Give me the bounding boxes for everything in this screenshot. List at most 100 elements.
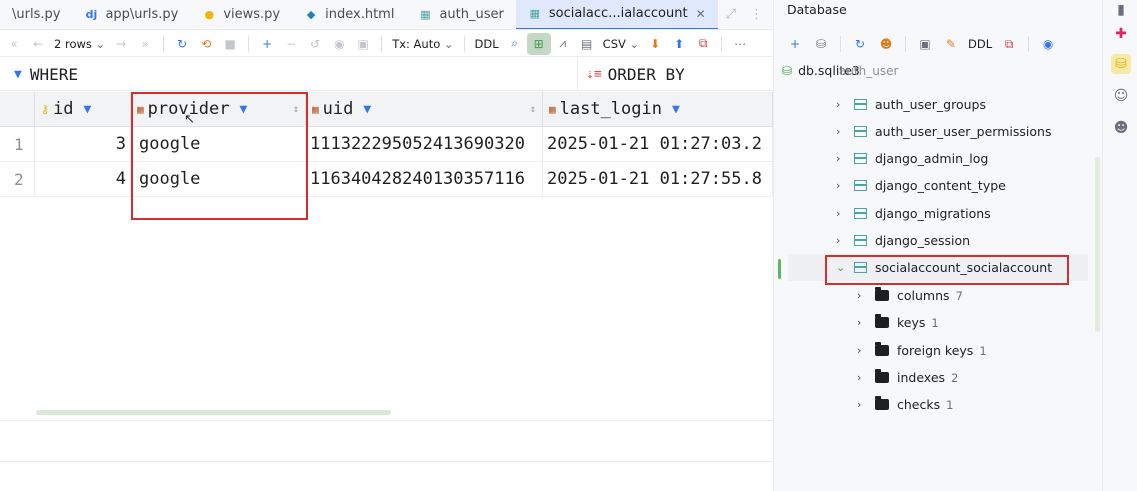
tree-node-table[interactable]: › django_migrations	[836, 200, 991, 227]
plugin-icon[interactable]: ✚	[1111, 24, 1131, 44]
editor-tabs: \urls.py dj app\urls.py ● views.py ◆ ind…	[0, 0, 773, 30]
ai-assistant-icon[interactable]: ☺	[1111, 86, 1131, 106]
filter-icon[interactable]: ▼	[363, 102, 371, 117]
cell-last-login[interactable]: 2025-01-21 01:27:55.8	[543, 162, 773, 197]
next-page-icon[interactable]: →	[109, 33, 133, 55]
tree-node-count: 2	[951, 370, 959, 385]
first-page-icon[interactable]: «	[2, 33, 26, 55]
chevron-right-icon[interactable]: ›	[836, 125, 850, 138]
export-format-dropdown[interactable]: CSV ⌄	[599, 33, 644, 55]
horizontal-scrollbar[interactable]	[36, 410, 391, 415]
more-vertical-icon[interactable]: ⋮	[750, 7, 763, 22]
tx-mode-dropdown[interactable]: Tx: Auto ⌄	[388, 33, 457, 55]
chevron-right-icon[interactable]: ›	[857, 371, 871, 384]
table-icon: ▦	[420, 8, 431, 21]
revert-icon[interactable]: ↺	[303, 33, 327, 55]
filter-toggle-icon[interactable]: ⊞	[526, 32, 551, 55]
column-header-uid[interactable]: ▦ uid ▼ ⇕	[306, 92, 543, 127]
tree-node-folder[interactable]: › checks 1	[857, 391, 953, 417]
edit-icon[interactable]: ✎	[938, 33, 964, 55]
more-horizontal-icon[interactable]: ⋯	[728, 33, 752, 55]
column-header-id[interactable]: ⚷ id ▼	[35, 92, 131, 127]
expand-icon[interactable]: ⤢	[726, 7, 736, 22]
tab-index-html[interactable]: ◆ index.html	[292, 0, 406, 29]
prev-page-icon[interactable]: ←	[26, 33, 50, 55]
chevron-right-icon[interactable]: ›	[857, 289, 871, 302]
datasource-properties-icon[interactable]: ⛁	[808, 33, 834, 55]
tab-auth-user[interactable]: ▦ auth_user	[406, 0, 515, 29]
tab-app-urls[interactable]: dj app\urls.py	[72, 0, 190, 29]
add-icon[interactable]: +	[782, 33, 808, 55]
vertical-scrollbar[interactable]	[1095, 157, 1100, 332]
column-header-label: last_login	[559, 99, 662, 119]
row-number[interactable]: 1	[0, 127, 35, 162]
chevron-right-icon[interactable]: ›	[836, 98, 850, 111]
tree-node-label: columns	[897, 288, 950, 303]
schema-icon[interactable]: ☻	[873, 33, 899, 55]
eye-icon[interactable]: ◉	[1035, 33, 1061, 55]
where-label: WHERE	[29, 64, 78, 84]
last-page-icon[interactable]: »	[133, 33, 157, 55]
submit-icon[interactable]: ▣	[351, 33, 375, 55]
column-header-last-login[interactable]: ▦ last_login ▼	[543, 92, 773, 127]
page-size-dropdown[interactable]: 2 rows ⌄	[50, 33, 109, 55]
cell-id[interactable]: 4	[35, 162, 131, 197]
chevron-right-icon[interactable]: ›	[836, 207, 850, 220]
tab-urls[interactable]: \urls.py	[0, 0, 72, 29]
folder-icon	[875, 287, 889, 301]
stop-icon[interactable]: ■	[218, 33, 242, 55]
chart-icon[interactable]: ⩘	[551, 33, 575, 55]
ddl-button[interactable]: DDL	[964, 33, 996, 55]
search-icon[interactable]: ⌕	[503, 33, 527, 55]
tree-node-folder[interactable]: › foreign keys 1	[857, 337, 987, 364]
console-icon[interactable]: ▣	[912, 33, 938, 55]
tab-label: \urls.py	[12, 7, 61, 22]
refresh-icon[interactable]: ↻	[847, 33, 873, 55]
add-row-icon[interactable]: +	[255, 33, 279, 55]
tree-node-table[interactable]: › auth_user_user_permissions	[836, 118, 1051, 145]
tree-node-table[interactable]: › django_admin_log	[836, 145, 988, 172]
row-number[interactable]: 2	[0, 162, 35, 197]
tree-node-table[interactable]: › django_session	[836, 227, 970, 254]
chevron-right-icon[interactable]: ›	[836, 152, 850, 165]
download-icon[interactable]: ⬇	[643, 33, 667, 55]
tree-node-label: indexes	[897, 370, 946, 385]
cell-last-login[interactable]: 2025-01-21 01:27:03.2	[543, 127, 773, 162]
tab-views[interactable]: ● views.py	[190, 0, 292, 29]
tree-node-label: django_admin_log	[875, 151, 989, 166]
history-icon[interactable]: ⟲	[194, 33, 218, 55]
tree-node-folder[interactable]: › indexes 2	[857, 364, 958, 391]
refresh-icon[interactable]: ↻	[170, 33, 194, 55]
chevron-right-icon[interactable]: ›	[857, 344, 871, 357]
table-icon	[854, 235, 867, 246]
filter-icon[interactable]: ▼	[672, 102, 680, 117]
view-mode-icon[interactable]: ▤	[575, 33, 599, 55]
tree-node-table[interactable]: › django_content_type	[836, 172, 1006, 199]
chevron-right-icon[interactable]: ›	[836, 179, 850, 192]
orderby-input[interactable]: ⇣≡ ORDER BY	[578, 65, 685, 84]
compare-icon[interactable]: ⧉	[996, 33, 1022, 55]
delete-row-icon[interactable]: −	[279, 33, 303, 55]
copilot-icon[interactable]: ☻	[1111, 118, 1131, 138]
chevron-right-icon[interactable]: ›	[857, 316, 871, 329]
cell-id[interactable]: 3	[35, 127, 131, 162]
ddl-button[interactable]: DDL	[471, 33, 503, 55]
bell-icon[interactable]: ▮	[1111, 0, 1131, 20]
cell-uid[interactable]: 116340428240130357116	[306, 162, 543, 197]
upload-icon[interactable]: ⬆	[667, 33, 691, 55]
cell-uid[interactable]: 111322295052413690320	[306, 127, 543, 162]
table-icon	[854, 99, 867, 110]
where-filter-input[interactable]: ▼ WHERE	[0, 58, 578, 90]
chevron-right-icon[interactable]: ›	[857, 398, 871, 411]
preview-icon[interactable]: ◉	[327, 33, 351, 55]
database-tool-icon[interactable]: ⛁	[1111, 54, 1131, 74]
tab-socialaccount[interactable]: ▦ socialacc...ialaccount ✕	[515, 0, 718, 29]
tree-node-folder[interactable]: › keys 1	[857, 309, 939, 336]
tree-node-folder[interactable]: › columns 7	[857, 282, 963, 309]
sort-icon[interactable]: ⇕	[530, 104, 536, 115]
filter-icon[interactable]: ▼	[84, 102, 92, 117]
close-icon[interactable]: ✕	[696, 7, 706, 21]
compare-icon[interactable]: ⧉	[691, 33, 715, 55]
chevron-right-icon[interactable]: ›	[836, 234, 850, 247]
tree-node-table[interactable]: › auth_user_groups	[836, 91, 986, 118]
